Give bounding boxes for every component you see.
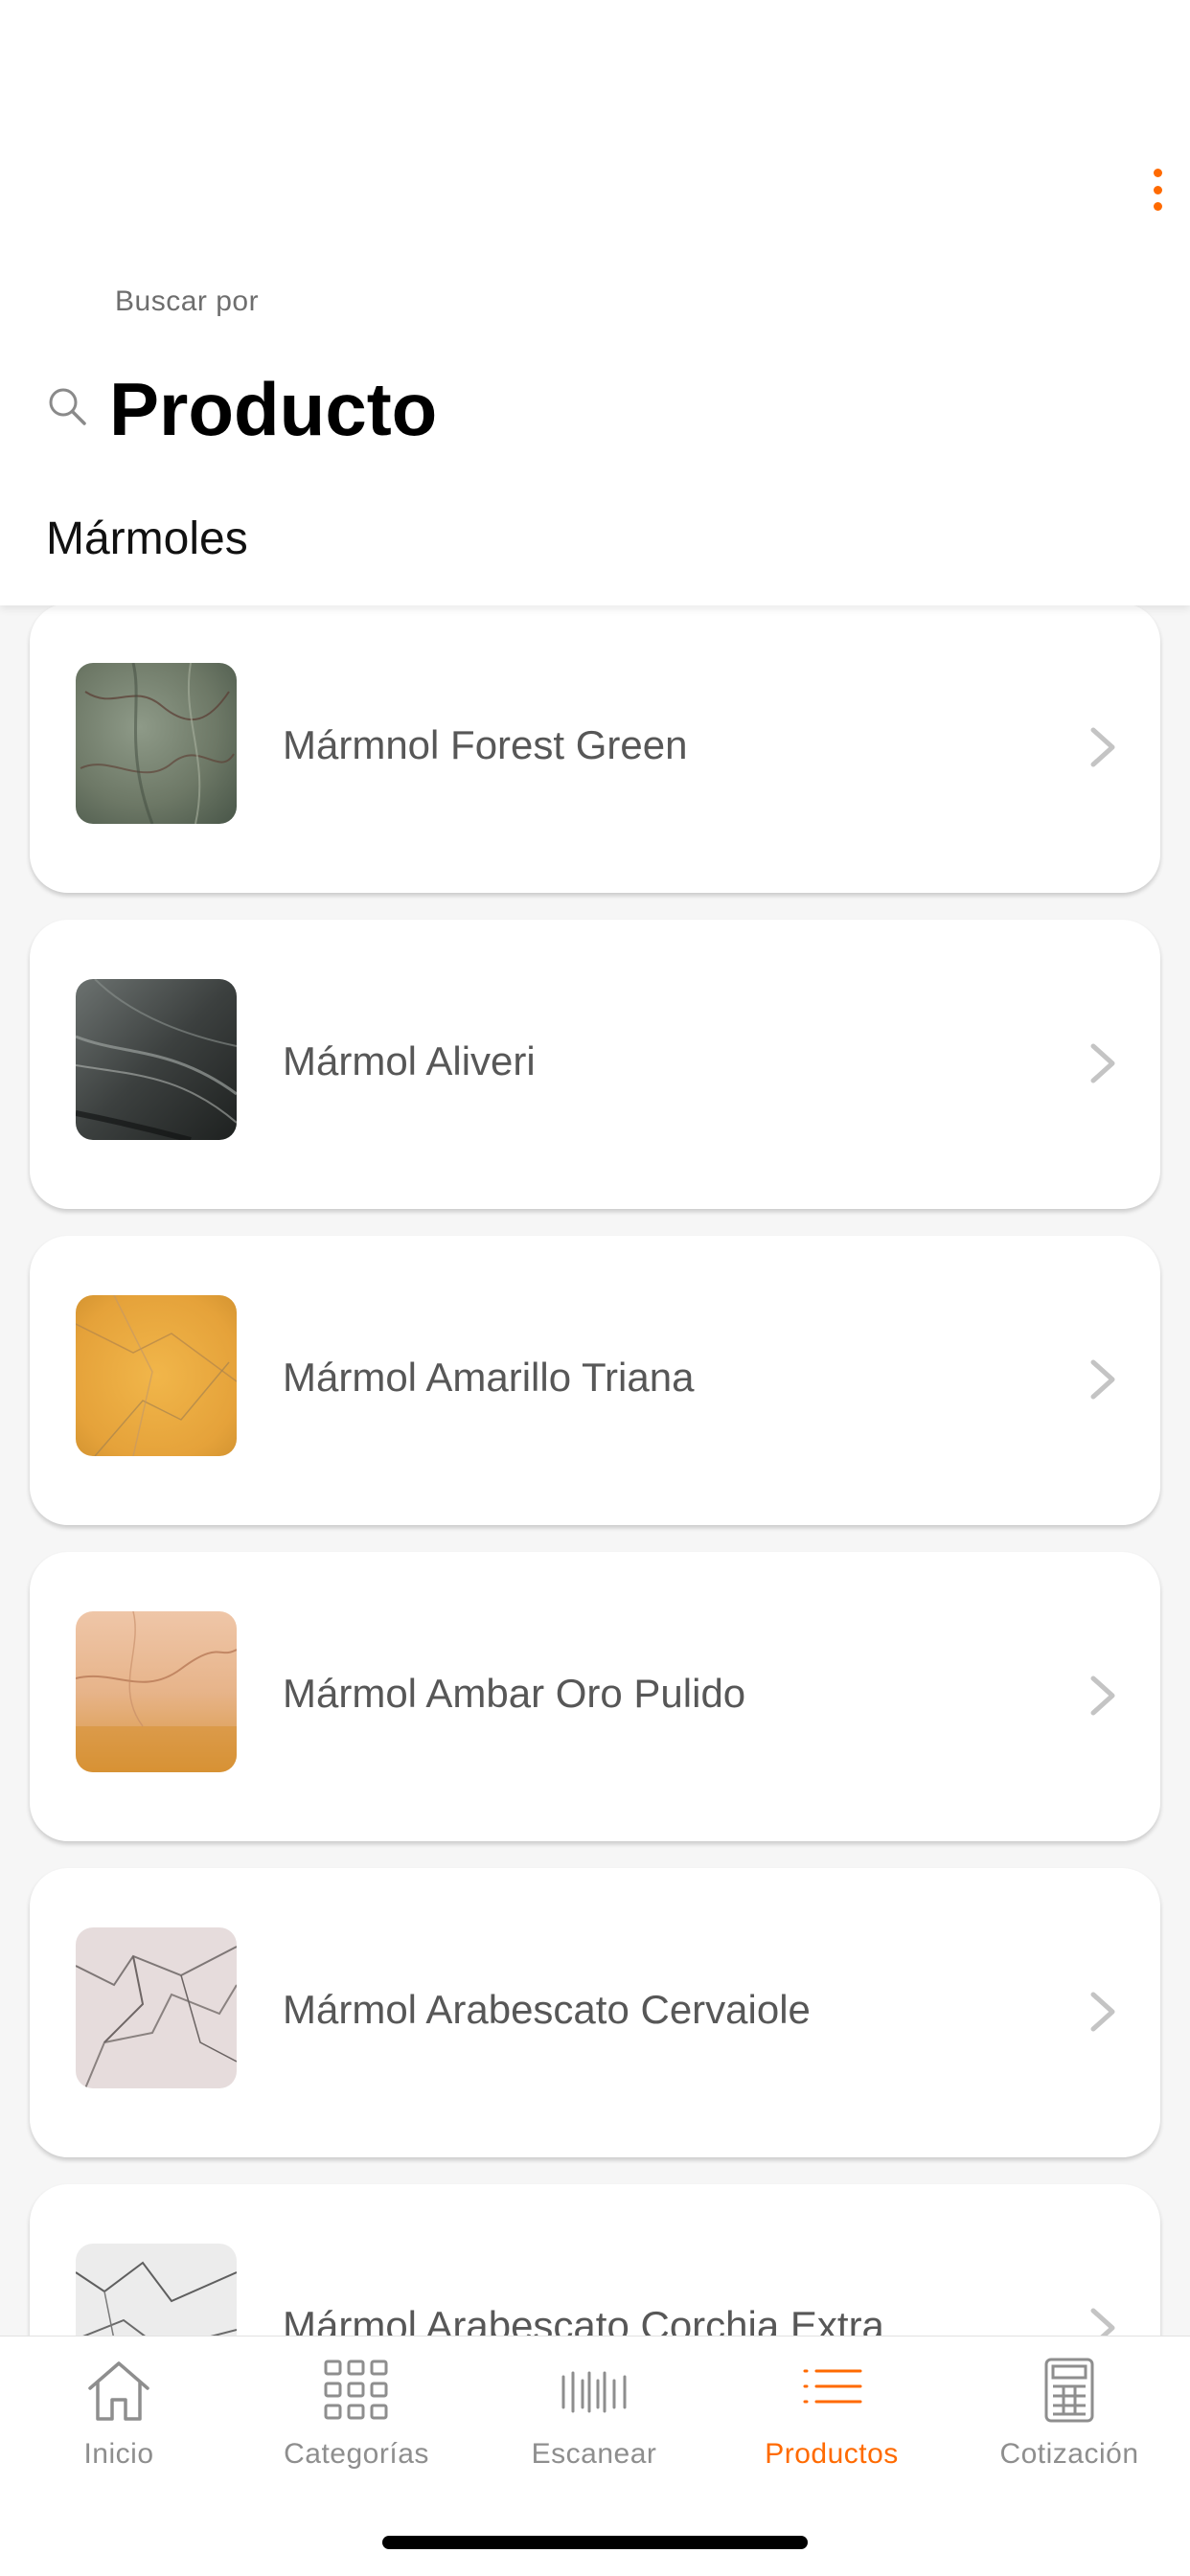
product-card[interactable]: Mármol Arabescato Cervaiole (30, 1868, 1160, 2157)
chevron-right-icon (1090, 1992, 1115, 2032)
search-icon[interactable] (46, 385, 88, 427)
tab-label: Inicio (83, 2438, 154, 2470)
tab-label: Categorías (284, 2438, 429, 2470)
chevron-right-icon (1090, 1676, 1115, 1716)
page-title[interactable]: Producto (109, 366, 437, 452)
product-card[interactable]: Mármol Amarillo Triana (30, 1236, 1160, 1525)
home-icon (88, 2361, 149, 2421)
product-thumbnail (76, 1295, 237, 1456)
chevron-right-icon (1090, 727, 1115, 767)
product-name: Mármol Amarillo Triana (283, 1355, 695, 1400)
product-card[interactable]: Mármol Arabescato Corchia Extra (30, 2184, 1160, 2336)
product-thumbnail (76, 979, 237, 1140)
list-icon (803, 2369, 862, 2404)
product-name: Mármol Ambar Oro Pulido (283, 1671, 746, 1716)
product-thumbnail (76, 1927, 237, 2088)
calculator-icon (1044, 2358, 1094, 2423)
product-name: Mármnol Forest Green (283, 722, 688, 767)
grid-icon (324, 2359, 388, 2420)
product-thumbnail (76, 1611, 237, 1772)
product-thumbnail (76, 2244, 237, 2336)
more-vertical-icon[interactable] (1138, 163, 1177, 217)
product-name: Mármol Arabescato Corchia Extra (283, 2303, 884, 2336)
header: Buscar por Producto Mármoles (0, 0, 1190, 605)
product-list[interactable]: Mármnol Forest Green Mármol Aliveri Márm… (0, 605, 1190, 2336)
tab-bar: Inicio Categorías Escanear Productos Cot… (0, 2336, 1190, 2576)
product-card[interactable]: Mármol Ambar Oro Pulido (30, 1552, 1160, 1841)
home-indicator[interactable] (382, 2536, 808, 2549)
tab-label: Escanear (531, 2438, 657, 2470)
chevron-right-icon (1090, 1043, 1115, 1083)
product-thumbnail (76, 663, 237, 824)
tab-productos[interactable]: Productos (713, 2337, 950, 2480)
product-card[interactable]: Mármnol Forest Green (30, 605, 1160, 893)
tab-inicio[interactable]: Inicio (0, 2337, 238, 2480)
tab-escanear[interactable]: Escanear (475, 2337, 713, 2480)
product-card[interactable]: Mármol Aliveri (30, 920, 1160, 1209)
tab-label: Cotización (999, 2438, 1139, 2470)
search-by-label: Buscar por (115, 285, 260, 317)
tab-categorias[interactable]: Categorías (238, 2337, 475, 2480)
tab-cotizacion[interactable]: Cotización (950, 2337, 1188, 2480)
tab-label: Productos (765, 2438, 899, 2470)
barcode-icon (561, 2371, 627, 2413)
product-name: Mármol Aliveri (283, 1038, 536, 1083)
category-title: Mármoles (46, 513, 248, 564)
chevron-right-icon (1090, 1359, 1115, 1400)
product-name: Mármol Arabescato Cervaiole (283, 1987, 811, 2032)
chevron-right-icon (1090, 2308, 1115, 2336)
